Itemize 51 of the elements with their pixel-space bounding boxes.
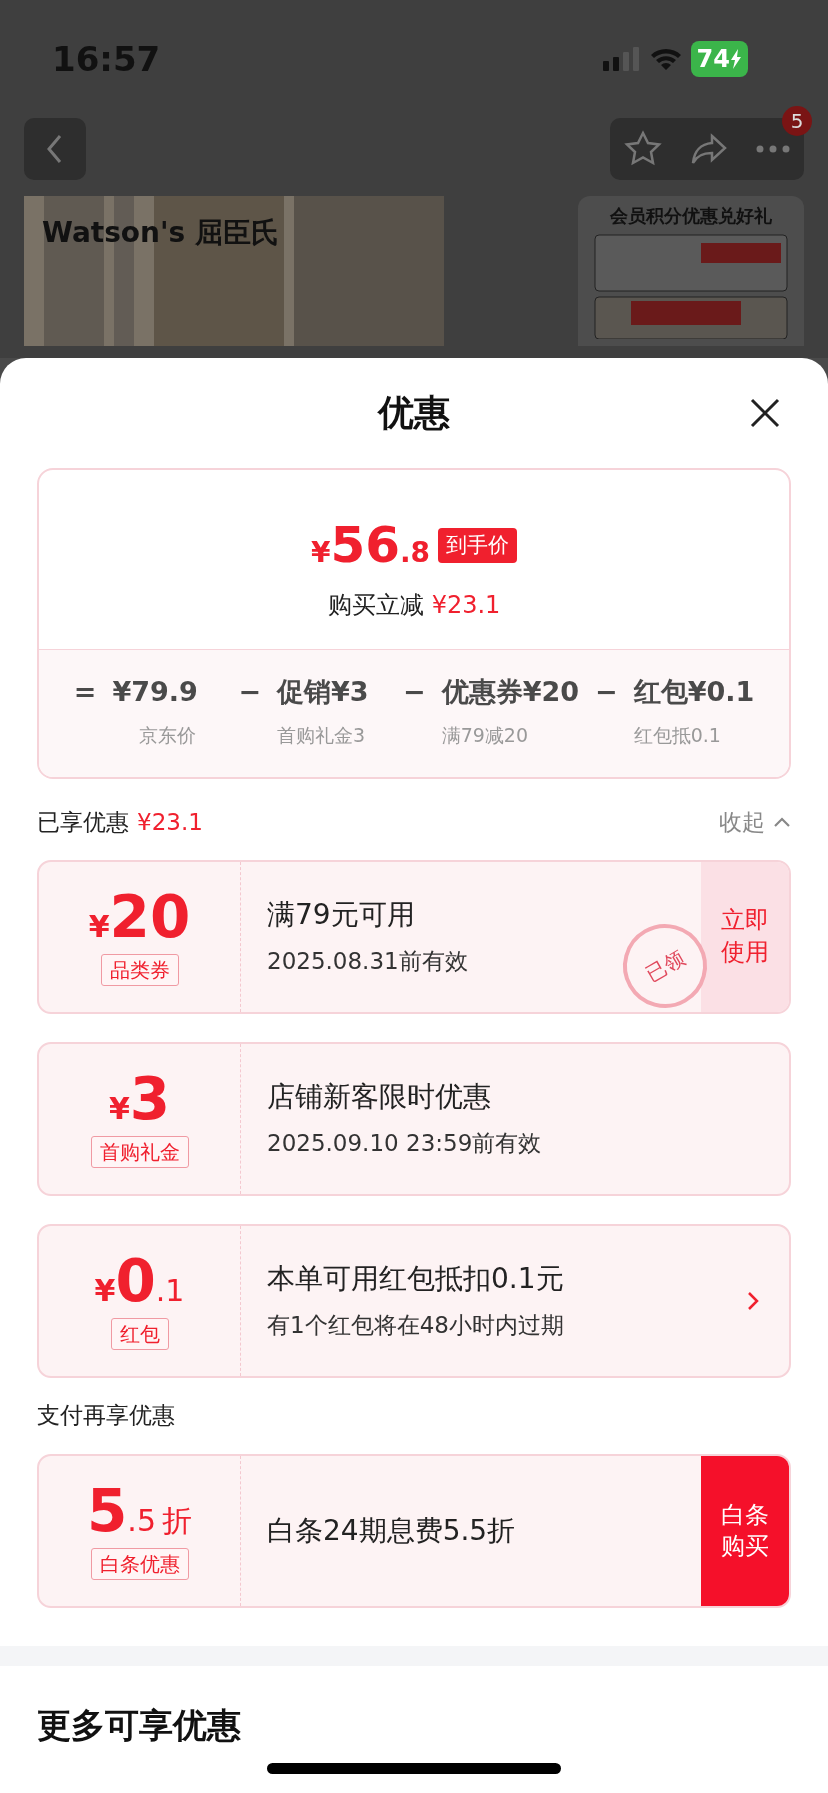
chevron-icon (773, 816, 791, 829)
operator-sign: − (595, 675, 618, 709)
coupon-tag: 品类券 (100, 953, 179, 986)
coupon-validity: 有1个红包将在48小时内过期 (267, 1311, 564, 1341)
signal-icon (600, 47, 641, 71)
price-tag: 到手价 (438, 527, 518, 564)
saving-amount: ¥23.1 (431, 590, 501, 621)
breakdown-note: 满79减20 (441, 722, 529, 748)
back-button[interactable] (24, 118, 86, 180)
coupon-amount: ¥20 (88, 887, 191, 946)
sheet-title: 优惠 (378, 391, 450, 435)
coupon-amount: 5.5 折 (87, 1482, 192, 1540)
use-button[interactable]: 立即使用 (701, 861, 789, 1012)
saving-label: 购买立减 (327, 590, 424, 621)
breakdown-amount: 促销¥3 (277, 675, 370, 709)
breakdown-amount: 优惠券¥20 (441, 675, 579, 709)
panel-title: 会员积分优惠兑好礼 (610, 204, 772, 228)
share-icon[interactable] (690, 132, 728, 166)
coupon-title: 店铺新客限时优惠 (267, 1079, 491, 1116)
coupon-tag: 白条优惠 (90, 1548, 189, 1580)
section-label: 支付再享优惠 (37, 1400, 176, 1430)
section-label: 已享优惠 (37, 808, 129, 837)
coupon-title: 满79元可用 (267, 897, 415, 934)
operator-sign: − (403, 675, 426, 709)
battery-level: 74 (690, 41, 748, 77)
star-icon[interactable] (624, 130, 662, 168)
breakdown-note: 首购礼金3 (277, 722, 367, 748)
coupon-amount: ¥3 (108, 1069, 171, 1128)
banner-brand: Watson's 屈臣氏 (42, 215, 279, 251)
more-icon[interactable] (756, 145, 790, 153)
section-heading: 更多可享优惠 (37, 1704, 242, 1747)
breakdown-amount: ¥79.9 (112, 675, 199, 709)
breakdown-note: 红包抵0.1 (633, 722, 722, 748)
buy-button[interactable]: 白条购买 (701, 1456, 789, 1606)
operator-sign: = (73, 675, 97, 709)
collapse-toggle[interactable]: 收起 (719, 805, 791, 840)
breakdown-amount: 红包¥0.1 (633, 675, 755, 709)
final-price: ¥56.8 (310, 515, 431, 576)
coupon-tag: 首购礼金 (90, 1135, 189, 1168)
coupon-validity: 2025.08.31前有效 (267, 947, 468, 977)
coupon-amount: ¥0.1 (94, 1251, 185, 1310)
chevron-icon[interactable] (747, 1290, 759, 1311)
notification-badge: 5 (782, 106, 812, 136)
coupon-title: 本单可用红包抵扣0.1元 (267, 1261, 564, 1298)
enjoyed-amount: ¥23.1 (137, 808, 203, 837)
coupon-validity: 2025.09.10 23:59前有效 (267, 1129, 542, 1159)
coupon-tag: 红包 (110, 1317, 169, 1350)
coupon-title: 白条24期息费5.5折 (267, 1513, 516, 1549)
operator-sign: − (238, 675, 261, 709)
breakdown-note: 京东价 (137, 722, 197, 748)
close-icon[interactable] (750, 398, 780, 428)
